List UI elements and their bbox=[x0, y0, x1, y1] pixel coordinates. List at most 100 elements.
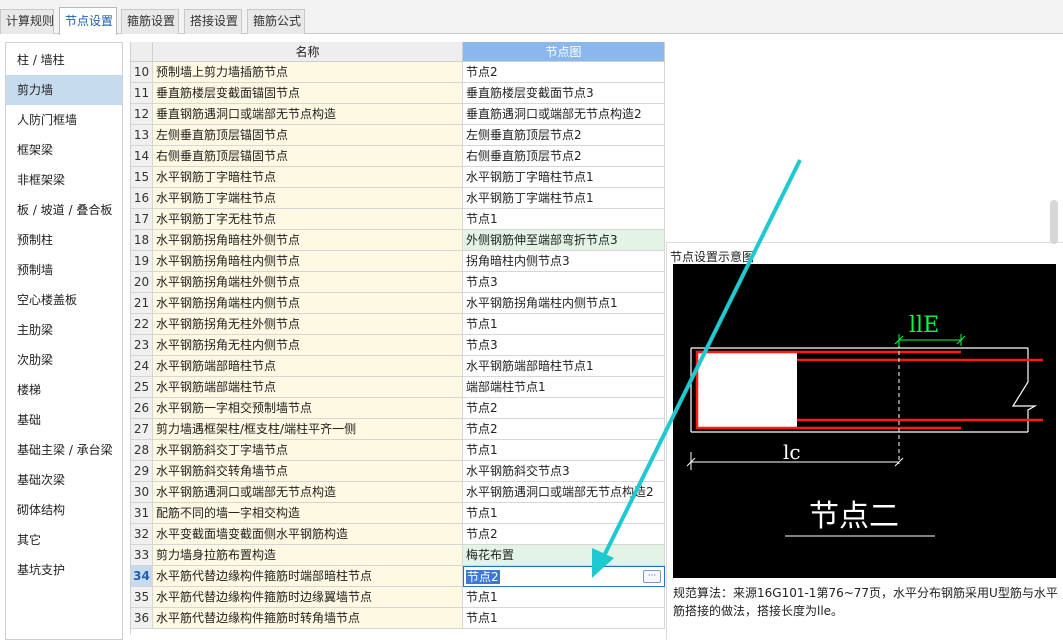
table-row[interactable]: 29 水平钢筋斜交转角墙节点 水平钢筋斜交节点3 bbox=[131, 461, 665, 482]
header-node-diagram[interactable]: 节点图 bbox=[463, 42, 665, 62]
sidebar-item-non-frame-beam[interactable]: 非框架梁 bbox=[6, 165, 122, 195]
row-node[interactable]: 外侧钢筋伸至端部弯折节点3 bbox=[463, 230, 665, 251]
row-node[interactable]: 右侧垂直筋顶层节点2 bbox=[463, 146, 665, 167]
table-row[interactable]: 35 水平筋代替边缘构件箍筋时边缘翼墙节点 节点1 bbox=[131, 587, 665, 608]
row-node[interactable]: 拐角暗柱内侧节点3 bbox=[463, 251, 665, 272]
sidebar-item-foundation[interactable]: 基础 bbox=[6, 405, 122, 435]
row-node[interactable]: 水平钢筋丁字端柱节点1 bbox=[463, 188, 665, 209]
row-name: 水平钢筋斜交转角墙节点 bbox=[153, 461, 463, 482]
table-row[interactable]: 22 水平钢筋拐角无柱外侧节点 节点1 bbox=[131, 314, 665, 335]
row-node[interactable]: 垂直筋遇洞口或端部无节点构造2 bbox=[463, 104, 665, 125]
row-node[interactable]: 节点2 bbox=[463, 419, 665, 440]
row-number: 31 bbox=[131, 503, 153, 524]
table-row[interactable]: 27 剪力墙遇框架柱/框支柱/端柱平齐一侧 节点2 bbox=[131, 419, 665, 440]
row-node[interactable]: 梅花布置 bbox=[463, 545, 665, 566]
table-row[interactable]: 12 垂直钢筋遇洞口或端部无节点构造 垂直筋遇洞口或端部无节点构造2 bbox=[131, 104, 665, 125]
row-node[interactable]: 节点1 bbox=[463, 440, 665, 461]
row-node[interactable]: 节点1 bbox=[463, 314, 665, 335]
vertical-scrollbar[interactable] bbox=[1050, 200, 1058, 244]
sidebar-item-shear-wall[interactable]: 剪力墙 bbox=[6, 75, 122, 105]
row-name: 水平筋代替边缘构件箍筋时边缘翼墙节点 bbox=[153, 587, 463, 608]
row-name: 水平钢筋丁字无柱节点 bbox=[153, 209, 463, 230]
row-number: 10 bbox=[131, 62, 153, 83]
sidebar-item-precast-column[interactable]: 预制柱 bbox=[6, 225, 122, 255]
table-row[interactable]: 20 水平钢筋拐角端柱外侧节点 节点3 bbox=[131, 272, 665, 293]
row-node[interactable]: 端部端柱节点1 bbox=[463, 377, 665, 398]
sidebar-item-stairs[interactable]: 楼梯 bbox=[6, 375, 122, 405]
row-name: 剪力墙遇框架柱/框支柱/端柱平齐一侧 bbox=[153, 419, 463, 440]
tab-lap-settings[interactable]: 搭接设置 bbox=[184, 9, 242, 34]
node-picker-button[interactable]: ··· bbox=[643, 570, 661, 583]
row-node[interactable]: 节点1 bbox=[463, 209, 665, 230]
table-row[interactable]: 32 水平变截面墙变截面侧水平钢筋构造 节点2 bbox=[131, 524, 665, 545]
sidebar-item-hollow-floor[interactable]: 空心楼盖板 bbox=[6, 285, 122, 315]
row-name: 右侧垂直筋顶层锚固节点 bbox=[153, 146, 463, 167]
table-row[interactable]: 21 水平钢筋拐角端柱内侧节点 水平钢筋拐角端柱内侧节点1 bbox=[131, 293, 665, 314]
row-node[interactable]: 水平钢筋拐角端柱内侧节点1 bbox=[463, 293, 665, 314]
row-node[interactable]: 节点1 bbox=[463, 503, 665, 524]
table-row[interactable]: 11 垂直筋楼层变截面锚固节点 垂直筋楼层变截面节点3 bbox=[131, 83, 665, 104]
node-diagram: llE lc 节点二 bbox=[673, 264, 1056, 578]
row-node[interactable]: 节点3 bbox=[463, 272, 665, 293]
sidebar-item-frame-beam[interactable]: 框架梁 bbox=[6, 135, 122, 165]
sidebar-item-foundation-secondary-beam[interactable]: 基础次梁 bbox=[6, 465, 122, 495]
tab-node-settings[interactable]: 节点设置 bbox=[59, 7, 117, 35]
table-row[interactable]: 19 水平钢筋拐角暗柱内侧节点 拐角暗柱内侧节点3 bbox=[131, 251, 665, 272]
row-node[interactable]: 水平钢筋丁字暗柱节点1 bbox=[463, 167, 665, 188]
table-row[interactable]: 25 水平钢筋端部端柱节点 端部端柱节点1 bbox=[131, 377, 665, 398]
row-node[interactable]: 水平钢筋端部暗柱节点1 bbox=[463, 356, 665, 377]
table-row[interactable]: 34 水平筋代替边缘构件箍筋时端部暗柱节点 节点2 ··· bbox=[131, 566, 665, 587]
table-row[interactable]: 18 水平钢筋拐角暗柱外侧节点 外侧钢筋伸至端部弯折节点3 bbox=[131, 230, 665, 251]
row-name: 水平钢筋拐角无柱外侧节点 bbox=[153, 314, 463, 335]
row-node[interactable]: 节点1 bbox=[463, 608, 665, 629]
table-row[interactable]: 31 配筋不同的墙一字相交构造 节点1 bbox=[131, 503, 665, 524]
table-row[interactable]: 26 水平钢筋一字相交预制墙节点 节点2 bbox=[131, 398, 665, 419]
tab-stirrup-settings[interactable]: 箍筋设置 bbox=[121, 9, 179, 34]
table-row[interactable]: 15 水平钢筋丁字暗柱节点 水平钢筋丁字暗柱节点1 bbox=[131, 167, 665, 188]
tab-calc-rules[interactable]: 计算规则 bbox=[0, 9, 54, 34]
sidebar-item-precast-wall[interactable]: 预制墙 bbox=[6, 255, 122, 285]
sidebar-item-column[interactable]: 柱 / 墙柱 bbox=[6, 45, 122, 75]
row-node[interactable]: 节点3 bbox=[463, 335, 665, 356]
sidebar-item-excavation-support[interactable]: 基坑支护 bbox=[6, 555, 122, 585]
table-row[interactable]: 14 右侧垂直筋顶层锚固节点 右侧垂直筋顶层节点2 bbox=[131, 146, 665, 167]
row-name: 剪力墙身拉筋布置构造 bbox=[153, 545, 463, 566]
table-row[interactable]: 10 预制墙上剪力墙插筋节点 节点2 bbox=[131, 62, 665, 83]
sidebar-item-secondary-rib-beam[interactable]: 次肋梁 bbox=[6, 345, 122, 375]
row-node[interactable]: 节点1 bbox=[463, 587, 665, 608]
row-name: 水平钢筋拐角暗柱内侧节点 bbox=[153, 251, 463, 272]
row-node[interactable]: 水平钢筋斜交节点3 bbox=[463, 461, 665, 482]
sidebar-item-other[interactable]: 其它 bbox=[6, 525, 122, 555]
row-node-editor[interactable]: 节点2 ··· bbox=[463, 566, 665, 587]
row-name: 水平钢筋端部端柱节点 bbox=[153, 377, 463, 398]
row-node[interactable]: 节点2 bbox=[463, 62, 665, 83]
row-name: 水平筋代替边缘构件箍筋时转角墙节点 bbox=[153, 608, 463, 629]
row-node[interactable]: 垂直筋楼层变截面节点3 bbox=[463, 83, 665, 104]
table-row[interactable]: 33 剪力墙身拉筋布置构造 梅花布置 bbox=[131, 545, 665, 566]
sidebar-item-main-rib-beam[interactable]: 主肋梁 bbox=[6, 315, 122, 345]
sidebar-item-masonry[interactable]: 砌体结构 bbox=[6, 495, 122, 525]
tab-stirrup-formula[interactable]: 箍筋公式 bbox=[247, 9, 305, 34]
sidebar-item-foundation-main-beam[interactable]: 基础主梁 / 承台梁 bbox=[6, 435, 122, 465]
header-name[interactable]: 名称 bbox=[153, 42, 463, 62]
table-row[interactable]: 36 水平筋代替边缘构件箍筋时转角墙节点 节点1 bbox=[131, 608, 665, 629]
sidebar-item-slab[interactable]: 板 / 坡道 / 叠合板 bbox=[6, 195, 122, 225]
row-node[interactable]: 左侧垂直筋顶层节点2 bbox=[463, 125, 665, 146]
row-node[interactable]: 节点2 bbox=[463, 524, 665, 545]
table-row[interactable]: 17 水平钢筋丁字无柱节点 节点1 bbox=[131, 209, 665, 230]
table-row[interactable]: 23 水平钢筋拐角无柱内侧节点 节点3 bbox=[131, 335, 665, 356]
row-name: 水平钢筋拐角无柱内侧节点 bbox=[153, 335, 463, 356]
row-name: 水平钢筋斜交丁字墙节点 bbox=[153, 440, 463, 461]
table-row[interactable]: 16 水平钢筋丁字端柱节点 水平钢筋丁字端柱节点1 bbox=[131, 188, 665, 209]
row-number: 36 bbox=[131, 608, 153, 629]
component-sidebar: 柱 / 墙柱 剪力墙 人防门框墙 框架梁 非框架梁 板 / 坡道 / 叠合板 预… bbox=[5, 42, 123, 640]
sidebar-item-civil-defense-door-wall[interactable]: 人防门框墙 bbox=[6, 105, 122, 135]
row-node[interactable]: 节点2 bbox=[463, 398, 665, 419]
row-number: 35 bbox=[131, 587, 153, 608]
row-node-value[interactable]: 节点2 bbox=[466, 570, 500, 584]
row-node[interactable]: 水平钢筋遇洞口或端部无节点构造2 bbox=[463, 482, 665, 503]
table-row[interactable]: 13 左侧垂直筋顶层锚固节点 左侧垂直筋顶层节点2 bbox=[131, 125, 665, 146]
table-row[interactable]: 24 水平钢筋端部暗柱节点 水平钢筋端部暗柱节点1 bbox=[131, 356, 665, 377]
table-row[interactable]: 28 水平钢筋斜交丁字墙节点 节点1 bbox=[131, 440, 665, 461]
table-row[interactable]: 30 水平钢筋遇洞口或端部无节点构造 水平钢筋遇洞口或端部无节点构造2 bbox=[131, 482, 665, 503]
